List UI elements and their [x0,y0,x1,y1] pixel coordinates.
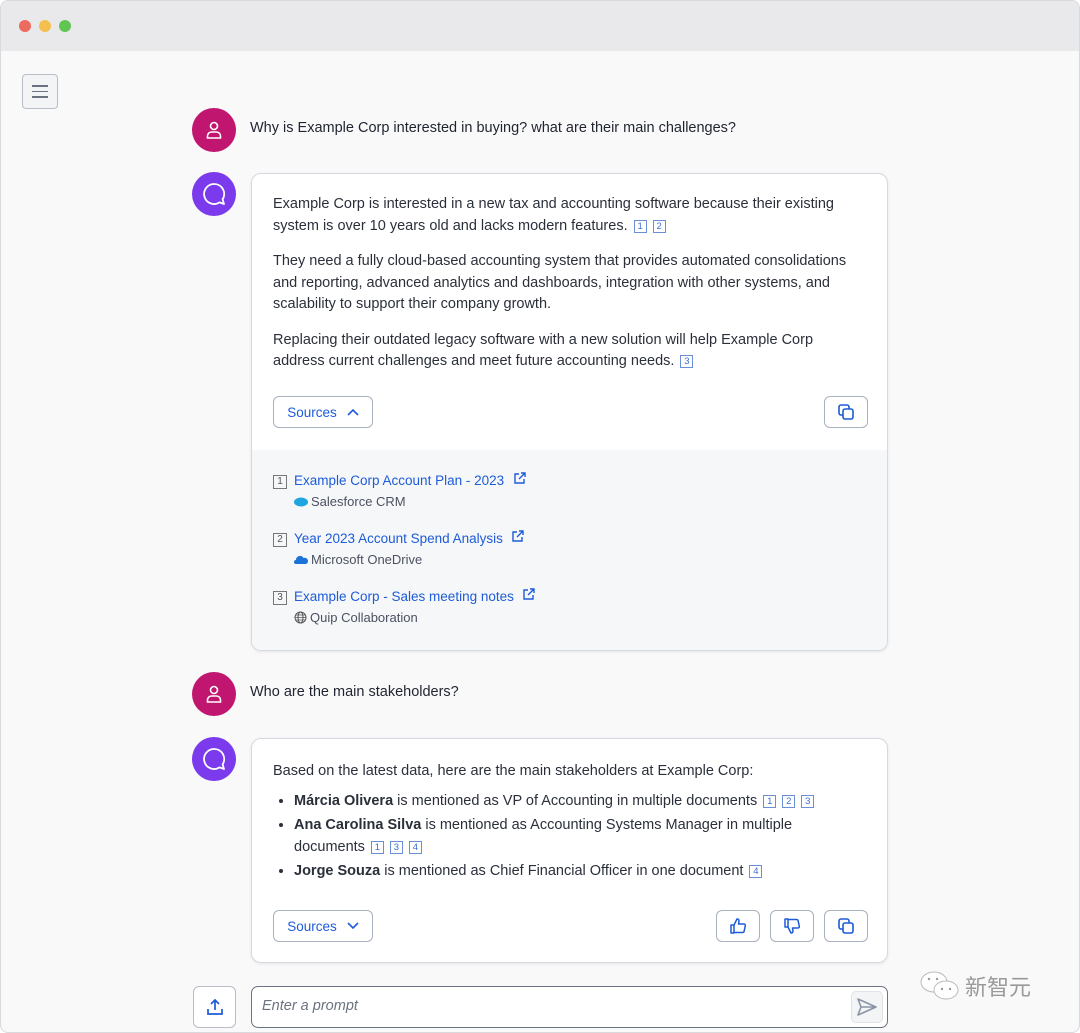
citation[interactable]: 3 [680,355,694,368]
thumbs-down-icon [784,918,801,934]
maximize-window-button[interactable] [59,20,71,32]
user-icon [206,121,222,139]
prompt-input[interactable]: Enter a prompt [251,986,888,1028]
source-origin: Quip Collaboration [310,610,418,625]
salesforce-icon [294,497,308,506]
copy-button[interactable] [824,910,868,942]
thumbs-down-button[interactable] [770,910,814,942]
source-item: 3 Example Corp - Sales meeting notes Quip… [273,588,866,625]
citation[interactable]: 1 [763,794,777,808]
citation[interactable]: 1 [633,219,647,233]
chat-bubble-icon [203,183,226,205]
assistant-avatar [192,737,236,781]
source-item: 2 Year 2023 Account Spend Analysis Micros… [273,530,866,567]
source-origin: Microsoft OneDrive [311,552,423,567]
source-origin: Salesforce CRM [311,494,406,509]
close-window-button[interactable] [19,20,31,32]
stakeholder-item: Márcia Olivera is mentioned as VP of Acc… [294,791,866,813]
citation[interactable]: 3 [801,794,815,808]
upload-button[interactable] [193,986,236,1028]
chevron-up-icon [347,408,359,416]
thumbs-up-button[interactable] [716,910,760,942]
chevron-down-icon [347,922,359,930]
assistant-avatar [192,172,236,216]
citation[interactable]: 1 [370,840,384,854]
answer-paragraph: Example Corp is interested in a new tax … [273,196,834,234]
external-link-icon[interactable] [522,588,536,601]
watermark-text: 新智元 [965,975,1032,1000]
onedrive-icon [294,555,308,564]
send-icon [857,998,877,1016]
app-window: Why is Example Corp interested in buying… [0,0,1080,1033]
source-number: 2 [273,533,287,547]
minimize-window-button[interactable] [39,20,51,32]
sources-list: 1 Example Corp Account Plan - 2023 Salesf… [252,450,887,650]
source-link[interactable]: Example Corp - Sales meeting notes [294,589,514,604]
source-item: 1 Example Corp Account Plan - 2023 Salesf… [273,472,866,509]
citation[interactable]: 2 [652,219,666,233]
source-link[interactable]: Year 2023 Account Spend Analysis [294,531,503,546]
source-number: 3 [273,591,287,605]
stakeholder-item: Ana Carolina Silva is mentioned as Accou… [294,815,866,858]
source-link[interactable]: Example Corp Account Plan - 2023 [294,473,504,488]
prompt-placeholder: Enter a prompt [262,998,358,1014]
thumbs-up-icon [730,918,747,934]
source-number: 1 [273,475,287,489]
assistant-answer-card: Example Corp is interested in a new tax … [251,173,888,651]
user-question: Why is Example Corp interested in buying… [250,120,736,136]
wechat-icon [920,971,959,1000]
upload-icon [206,998,223,1015]
send-button[interactable] [851,991,883,1023]
sources-toggle-button[interactable]: Sources [273,910,373,942]
globe-icon [294,611,307,624]
user-avatar [192,108,236,152]
menu-button[interactable] [22,74,58,109]
copy-button[interactable] [824,396,868,428]
citation[interactable]: 2 [782,794,796,808]
hamburger-icon [32,85,48,87]
citation[interactable]: 4 [408,840,422,854]
answer-paragraph: Replacing their outdated legacy software… [273,331,814,370]
copy-icon [838,404,854,420]
citation[interactable]: 4 [749,865,763,878]
stakeholder-item: Jorge Souza is mentioned as Chief Financ… [294,861,866,883]
external-link-icon[interactable] [511,530,525,543]
sources-toggle-button[interactable]: Sources [273,396,373,428]
external-link-icon[interactable] [513,472,526,485]
user-icon [206,685,222,703]
assistant-answer-card: Based on the latest data, here are the m… [251,738,888,963]
user-question: Who are the main stakeholders? [250,684,459,700]
title-bar [1,1,1079,51]
user-avatar [192,672,236,716]
copy-icon [838,918,854,934]
chat-bubble-icon [203,748,226,770]
answer-paragraph: They need a fully cloud-based accounting… [273,253,847,312]
watermark-logo: 新智元 [919,969,1031,1003]
citation[interactable]: 3 [389,840,403,854]
answer-intro: Based on the latest data, here are the m… [273,763,754,779]
